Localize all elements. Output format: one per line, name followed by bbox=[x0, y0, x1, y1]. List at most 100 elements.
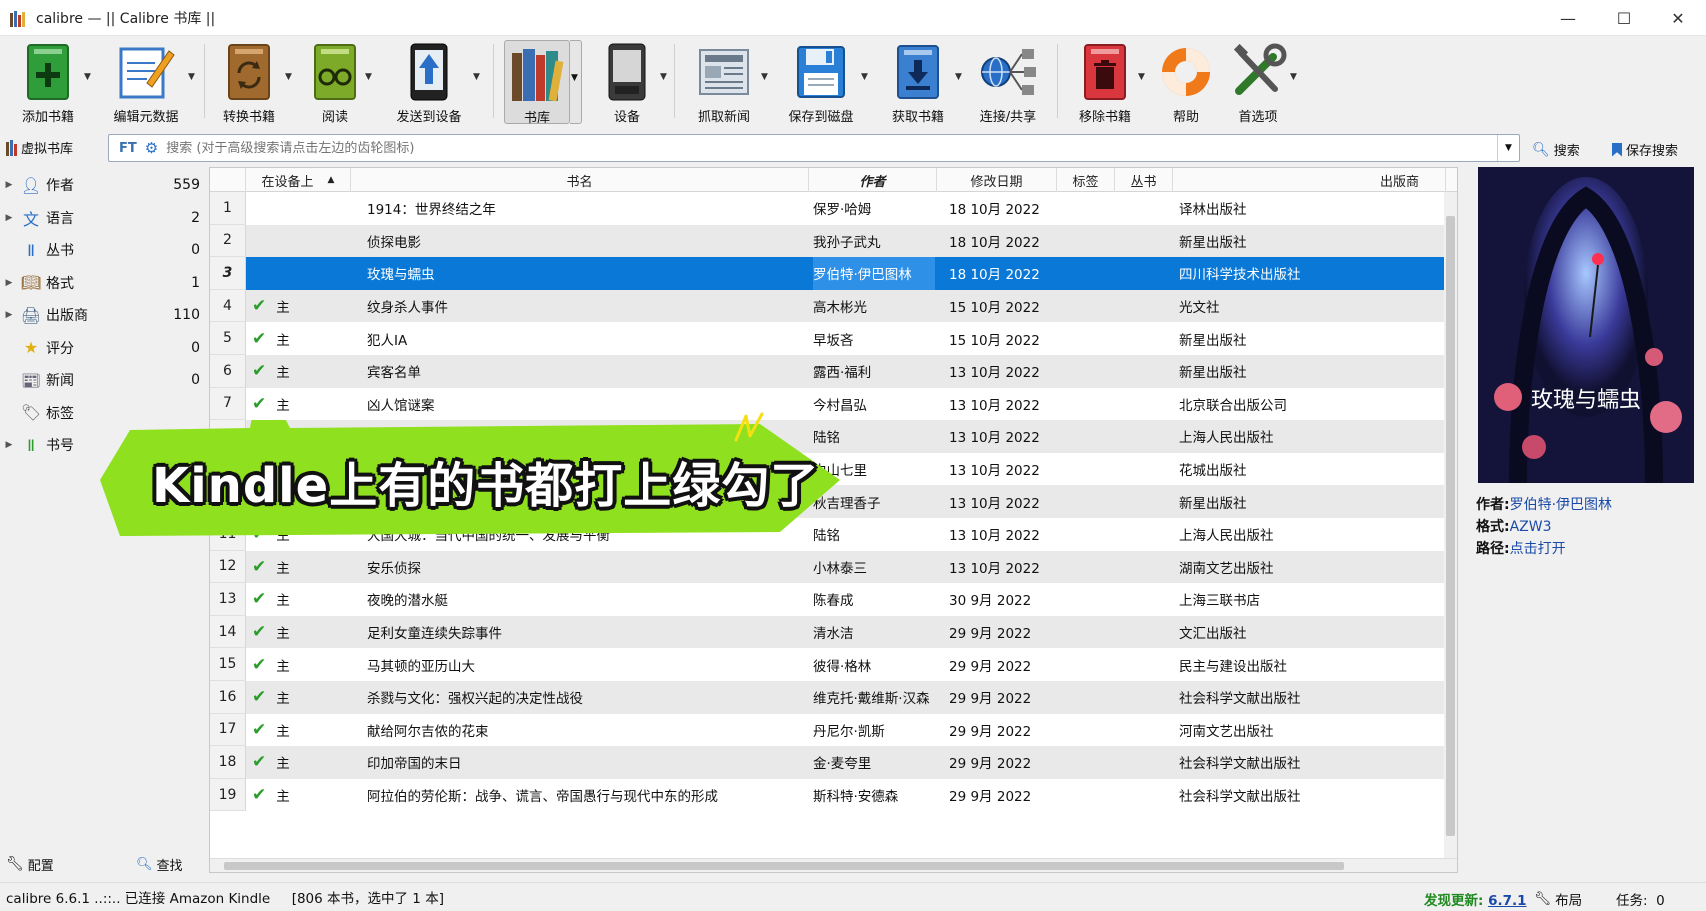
title-cell[interactable]: 侦探电影 bbox=[367, 225, 807, 258]
author-cell[interactable]: 丹尼尔·凯斯 bbox=[813, 714, 935, 747]
modified-date-cell[interactable]: 29 9月 2022 bbox=[949, 648, 1057, 681]
tag-browser-item[interactable]: ▶ 👤︎ 作者 559 bbox=[0, 168, 206, 202]
save-search-button[interactable]: 保存搜索 bbox=[1612, 140, 1678, 159]
remove-dropdown-icon[interactable]: ▼ bbox=[1138, 72, 1145, 82]
series-cell[interactable] bbox=[1115, 290, 1173, 323]
series-cell[interactable] bbox=[1115, 388, 1173, 421]
expand-arrow-icon[interactable]: ▶ bbox=[2, 278, 16, 288]
author-cell[interactable]: 保罗·哈姆 bbox=[813, 192, 935, 225]
add-books-dropdown-icon[interactable]: ▼ bbox=[84, 72, 91, 82]
publisher-cell[interactable]: 新星出版社 bbox=[1179, 485, 1439, 518]
edit-metadata-button[interactable]: 编辑元数据 ▼ bbox=[96, 36, 196, 128]
table-row[interactable]: 16 ✔ 主杀戮与文化：强权兴起的决定性战役 维克托·戴维斯·汉森 29 9月 2022… bbox=[210, 681, 1446, 714]
on-device-cell[interactable] bbox=[252, 257, 351, 290]
save-dropdown-icon[interactable]: ▼ bbox=[861, 72, 868, 82]
modified-date-cell[interactable]: 18 10月 2022 bbox=[949, 225, 1057, 258]
search-box[interactable]: FT ⚙ ▼ bbox=[108, 134, 1520, 162]
gear-icon[interactable]: ⚙ bbox=[145, 139, 158, 157]
tags-cell[interactable] bbox=[1057, 192, 1115, 225]
update-version-link[interactable]: 6.7.1 bbox=[1488, 893, 1526, 909]
tag-browser-item[interactable]: ▶ 📖︎ 格式 1 bbox=[0, 266, 206, 300]
on-device-cell[interactable]: ✔主 bbox=[252, 583, 351, 616]
expand-arrow-icon[interactable]: ▶ bbox=[2, 440, 16, 450]
modified-date-cell[interactable]: 13 10月 2022 bbox=[949, 388, 1057, 421]
publisher-cell[interactable]: 湖南文艺出版社 bbox=[1179, 551, 1439, 584]
author-cell[interactable]: 斯科特·安德森 bbox=[813, 779, 935, 812]
modified-date-cell[interactable]: 13 10月 2022 bbox=[949, 420, 1057, 453]
title-cell[interactable]: 犯人IA bbox=[367, 322, 807, 355]
tag-browser-item[interactable]: 📰︎ 新闻 0 bbox=[0, 363, 206, 397]
virtual-library-button[interactable]: 虚拟书库 bbox=[6, 138, 73, 157]
table-row[interactable]: 1 1914：世界终结之年 保罗·哈姆 18 10月 2022 译林出版社 bbox=[210, 192, 1446, 225]
table-row[interactable]: 14 ✔ 主足利女童连续失踪事件 清水洁 29 9月 2022 文汇出版社 bbox=[210, 615, 1446, 649]
modified-date-cell[interactable]: 18 10月 2022 bbox=[949, 257, 1057, 290]
title-cell[interactable]: 安乐侦探 bbox=[367, 551, 807, 584]
title-cell[interactable]: 杀戮与文化：强权兴起的决定性战役 bbox=[367, 681, 807, 714]
table-row[interactable]: 17 ✔ 主献给阿尔吉侬的花束 丹尼尔·凯斯 29 9月 2022 河南文艺出版社 bbox=[210, 713, 1446, 747]
modified-date-cell[interactable]: 13 10月 2022 bbox=[949, 518, 1057, 551]
title-cell[interactable]: 纹身杀人事件 bbox=[367, 290, 807, 323]
format-link[interactable]: AZW3 bbox=[1510, 519, 1552, 535]
on-device-cell[interactable]: ✔主 bbox=[252, 322, 351, 355]
path-link[interactable]: 点击打开 bbox=[1510, 541, 1566, 557]
read-dropdown-icon[interactable]: ▼ bbox=[365, 72, 372, 82]
title-cell[interactable]: 宾客名单 bbox=[367, 355, 807, 388]
read-button[interactable]: 阅读 ▼ bbox=[297, 36, 373, 128]
author-cell[interactable]: 金·麦夸里 bbox=[813, 746, 935, 779]
book-cover[interactable]: 玫瑰与蠕虫 bbox=[1478, 167, 1694, 483]
publisher-cell[interactable]: 上海人民出版社 bbox=[1179, 518, 1439, 551]
table-row[interactable]: 5 ✔ 主犯人IA 早坂吝 15 10月 2022 新星出版社 bbox=[210, 322, 1446, 355]
publisher-cell[interactable]: 光文社 bbox=[1179, 290, 1439, 323]
title-cell[interactable]: 马其顿的亚历山大 bbox=[367, 648, 807, 681]
get-books-dropdown-icon[interactable]: ▼ bbox=[955, 72, 962, 82]
help-button[interactable]: 帮助 bbox=[1156, 36, 1216, 128]
add-books-button[interactable]: 添加书籍 ▼ bbox=[6, 36, 91, 128]
tag-browser-item[interactable]: ▶ 文语言 2 bbox=[0, 201, 206, 235]
title-cell[interactable]: 足利女童连续失踪事件 bbox=[367, 616, 807, 649]
horizontal-scrollbar[interactable] bbox=[210, 858, 1457, 872]
search-input[interactable] bbox=[166, 140, 1397, 156]
tags-cell[interactable] bbox=[1057, 779, 1115, 812]
save-to-disk-button[interactable]: 保存到磁盘 ▼ bbox=[773, 36, 869, 128]
table-row[interactable]: 7 ✔ 主凶人馆谜案 今村昌弘 13 10月 2022 北京联合出版公司 bbox=[210, 387, 1446, 421]
on-device-cell[interactable]: ✔主 bbox=[252, 290, 351, 323]
library-button[interactable]: 书库 bbox=[504, 40, 570, 126]
publisher-cell[interactable]: 新星出版社 bbox=[1179, 355, 1439, 388]
series-cell[interactable] bbox=[1115, 616, 1173, 649]
author-cell[interactable]: 露西·福利 bbox=[813, 355, 935, 388]
modified-date-cell[interactable]: 15 10月 2022 bbox=[949, 290, 1057, 323]
modified-date-cell[interactable]: 29 9月 2022 bbox=[949, 616, 1057, 649]
tags-cell[interactable] bbox=[1057, 648, 1115, 681]
title-cell[interactable]: 1914：世界终结之年 bbox=[367, 192, 807, 225]
update-notice[interactable]: 发现更新: 6.7.1 bbox=[1424, 889, 1527, 909]
on-device-cell[interactable]: ✔主 bbox=[252, 779, 351, 812]
tags-cell[interactable] bbox=[1057, 714, 1115, 747]
author-cell[interactable]: 我孙子武丸 bbox=[813, 225, 935, 258]
search-history-dropdown-icon[interactable]: ▼ bbox=[1497, 135, 1519, 161]
find-button[interactable]: 🔍︎ 查找 bbox=[136, 855, 183, 874]
publisher-cell[interactable]: 文汇出版社 bbox=[1179, 616, 1439, 649]
publisher-cell[interactable]: 上海人民出版社 bbox=[1179, 420, 1439, 453]
publisher-cell[interactable]: 民主与建设出版社 bbox=[1179, 648, 1439, 681]
column-header[interactable]: 出版商 bbox=[1173, 168, 1446, 192]
convert-books-button[interactable]: 转换书籍 ▼ bbox=[205, 36, 293, 128]
tags-cell[interactable] bbox=[1057, 518, 1115, 551]
remove-books-button[interactable]: 移除书籍 ▼ bbox=[1064, 36, 1146, 128]
author-cell[interactable]: 早坂吝 bbox=[813, 322, 935, 355]
minimize-button[interactable]: — bbox=[1540, 0, 1596, 36]
tags-cell[interactable] bbox=[1057, 485, 1115, 518]
edit-metadata-dropdown-icon[interactable]: ▼ bbox=[188, 72, 195, 82]
on-device-cell[interactable] bbox=[252, 192, 351, 225]
full-text-search-icon[interactable]: FT bbox=[119, 141, 137, 156]
tag-browser-item[interactable]: ▶ 🖨︎ 出版商 110 bbox=[0, 298, 206, 332]
tags-cell[interactable] bbox=[1057, 225, 1115, 258]
on-device-cell[interactable]: ✔主 bbox=[252, 681, 351, 714]
table-row[interactable]: 6 ✔ 主宾客名单 露西·福利 13 10月 2022 新星出版社 bbox=[210, 355, 1446, 388]
tags-cell[interactable] bbox=[1057, 388, 1115, 421]
series-cell[interactable] bbox=[1115, 192, 1173, 225]
on-device-cell[interactable]: ✔主 bbox=[252, 355, 351, 388]
author-cell[interactable]: 维克托·戴维斯·汉森 bbox=[813, 681, 935, 714]
expand-arrow-icon[interactable]: ▶ bbox=[2, 213, 16, 223]
tags-cell[interactable] bbox=[1057, 257, 1115, 290]
series-cell[interactable] bbox=[1115, 420, 1173, 453]
